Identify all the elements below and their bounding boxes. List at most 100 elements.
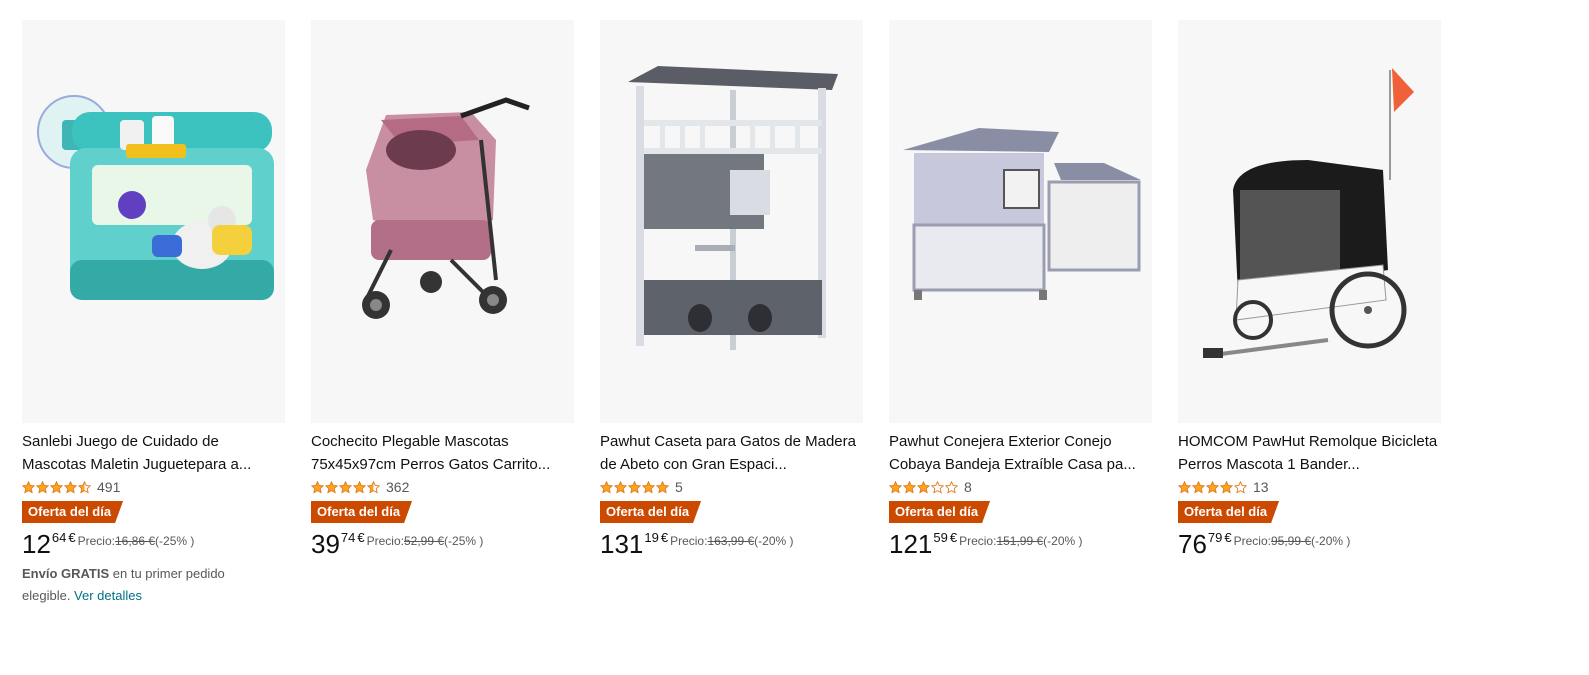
price-whole: 76	[1178, 529, 1207, 559]
price-currency: €	[660, 530, 669, 545]
product-card: Sanlebi Juego de Cuidado de Mascotas Mal…	[22, 20, 285, 607]
star-icon	[22, 480, 35, 493]
star-icon	[339, 480, 352, 493]
price-currency: €	[949, 530, 958, 545]
star-icon	[1192, 480, 1205, 493]
price-whole: 121	[889, 529, 933, 559]
star-rating-icon	[1178, 480, 1247, 494]
price-fraction: 19	[644, 530, 659, 545]
price-currency: €	[1224, 530, 1232, 545]
deal-badge: Oferta del día	[889, 501, 990, 523]
discount-percent: (-20% )	[1311, 534, 1351, 548]
deal-badge: Oferta del día	[600, 501, 701, 523]
star-icon	[917, 480, 930, 493]
star-icon	[600, 480, 613, 493]
grooming-kit-illustration	[37, 95, 274, 300]
list-price: 16,86 €	[114, 534, 156, 548]
price-fraction: 64	[51, 530, 67, 545]
star-icon	[889, 480, 902, 493]
star-icon	[1206, 480, 1219, 493]
product-card: HOMCOM PawHut Remolque Bicicleta Perros …	[1178, 20, 1441, 607]
price[interactable]: 12 64 € Precio: 16,86 € (-25% )	[22, 529, 285, 561]
product-title[interactable]: HOMCOM PawHut Remolque Bicicleta Perros …	[1178, 430, 1441, 476]
see-details-link[interactable]: Ver detalles	[74, 588, 142, 603]
star-icon	[1178, 480, 1191, 493]
list-price-label: Precio:	[366, 534, 404, 548]
product-title[interactable]: Cochecito Plegable Mascotas 75x45x97cm P…	[311, 430, 574, 476]
product-title[interactable]: Pawhut Caseta para Gatos de Madera de Ab…	[600, 430, 863, 476]
price-currency: €	[68, 530, 76, 545]
price-fraction: 79	[1207, 530, 1223, 545]
star-rating-icon	[600, 480, 669, 494]
shipping-info: Envío GRATIS en tu primer pedido elegibl…	[22, 563, 262, 607]
star-icon	[325, 480, 338, 493]
deal-badge: Oferta del día	[1178, 501, 1279, 523]
price-currency: €	[357, 530, 365, 545]
list-price-label: Precio:	[959, 534, 997, 548]
review-count[interactable]: 362	[386, 479, 409, 495]
review-count[interactable]: 8	[964, 479, 972, 495]
list-price-label: Precio:	[77, 534, 115, 548]
star-icon	[50, 480, 63, 493]
price[interactable]: 121 59 € Precio: 151,99 € (-20% )	[889, 529, 1152, 561]
price[interactable]: 131 19 € Precio: 163,99 € (-20% )	[600, 529, 863, 561]
product-image-cat-house[interactable]	[600, 20, 863, 423]
rating[interactable]: 491	[22, 477, 285, 497]
product-image-rabbit-hutch[interactable]	[889, 20, 1152, 423]
star-icon	[1220, 480, 1233, 493]
star-icon	[353, 480, 366, 493]
rating[interactable]: 8	[889, 477, 1152, 497]
price-whole: 12	[22, 529, 51, 559]
price[interactable]: 76 79 € Precio: 95,99 € (-20% )	[1178, 529, 1441, 561]
discount-percent: (-20% )	[754, 534, 794, 548]
review-count[interactable]: 13	[1253, 479, 1269, 495]
product-title[interactable]: Sanlebi Juego de Cuidado de Mascotas Mal…	[22, 430, 285, 476]
product-title[interactable]: Pawhut Conejera Exterior Conejo Cobaya B…	[889, 430, 1152, 476]
discount-percent: (-25% )	[444, 534, 484, 548]
list-price-label: Precio:	[670, 534, 708, 548]
rating[interactable]: 5	[600, 477, 863, 497]
star-icon	[903, 480, 916, 493]
star-icon	[628, 480, 641, 493]
star-icon	[311, 480, 324, 493]
review-count[interactable]: 491	[97, 479, 120, 495]
deal-badge: Oferta del día	[22, 501, 123, 523]
product-image-bike-trailer[interactable]	[1178, 20, 1441, 423]
product-carousel: Sanlebi Juego de Cuidado de Mascotas Mal…	[22, 20, 1441, 607]
product-image-pet-grooming-kit[interactable]	[22, 20, 285, 423]
product-image-pet-stroller[interactable]	[311, 20, 574, 423]
free-shipping-label: Envío GRATIS	[22, 566, 110, 581]
rating[interactable]: 13	[1178, 477, 1441, 497]
star-icon	[1234, 480, 1247, 493]
price-fraction: 74	[340, 530, 356, 545]
price[interactable]: 39 74 € Precio: 52,99 € (-25% )	[311, 529, 574, 561]
product-card: Pawhut Caseta para Gatos de Madera de Ab…	[600, 20, 863, 607]
price-whole: 131	[600, 529, 644, 559]
list-price: 163,99 €	[707, 534, 755, 548]
star-icon	[36, 480, 49, 493]
rating[interactable]: 362	[311, 477, 574, 497]
product-card: Cochecito Plegable Mascotas 75x45x97cm P…	[311, 20, 574, 607]
list-price: 95,99 €	[1270, 534, 1312, 548]
stroller-illustration	[362, 97, 530, 319]
list-price: 52,99 €	[403, 534, 445, 548]
price-fraction: 59	[933, 530, 948, 545]
price-whole: 39	[311, 529, 340, 559]
star-icon	[642, 480, 655, 493]
rabbit-hutch-illustration	[903, 128, 1141, 300]
star-rating-icon	[311, 480, 380, 494]
list-price: 151,99 €	[996, 534, 1044, 548]
star-rating-icon	[22, 480, 91, 494]
list-price-label: Precio:	[1233, 534, 1271, 548]
star-icon	[367, 480, 380, 493]
star-icon	[931, 480, 944, 493]
star-icon	[78, 480, 91, 493]
star-icon	[64, 480, 77, 493]
cat-house-illustration	[628, 66, 838, 350]
product-card: Pawhut Conejera Exterior Conejo Cobaya B…	[889, 20, 1152, 607]
review-count[interactable]: 5	[675, 479, 683, 495]
star-icon	[945, 480, 958, 493]
bike-trailer-illustration	[1203, 68, 1414, 358]
star-rating-icon	[889, 480, 958, 494]
star-icon	[614, 480, 627, 493]
